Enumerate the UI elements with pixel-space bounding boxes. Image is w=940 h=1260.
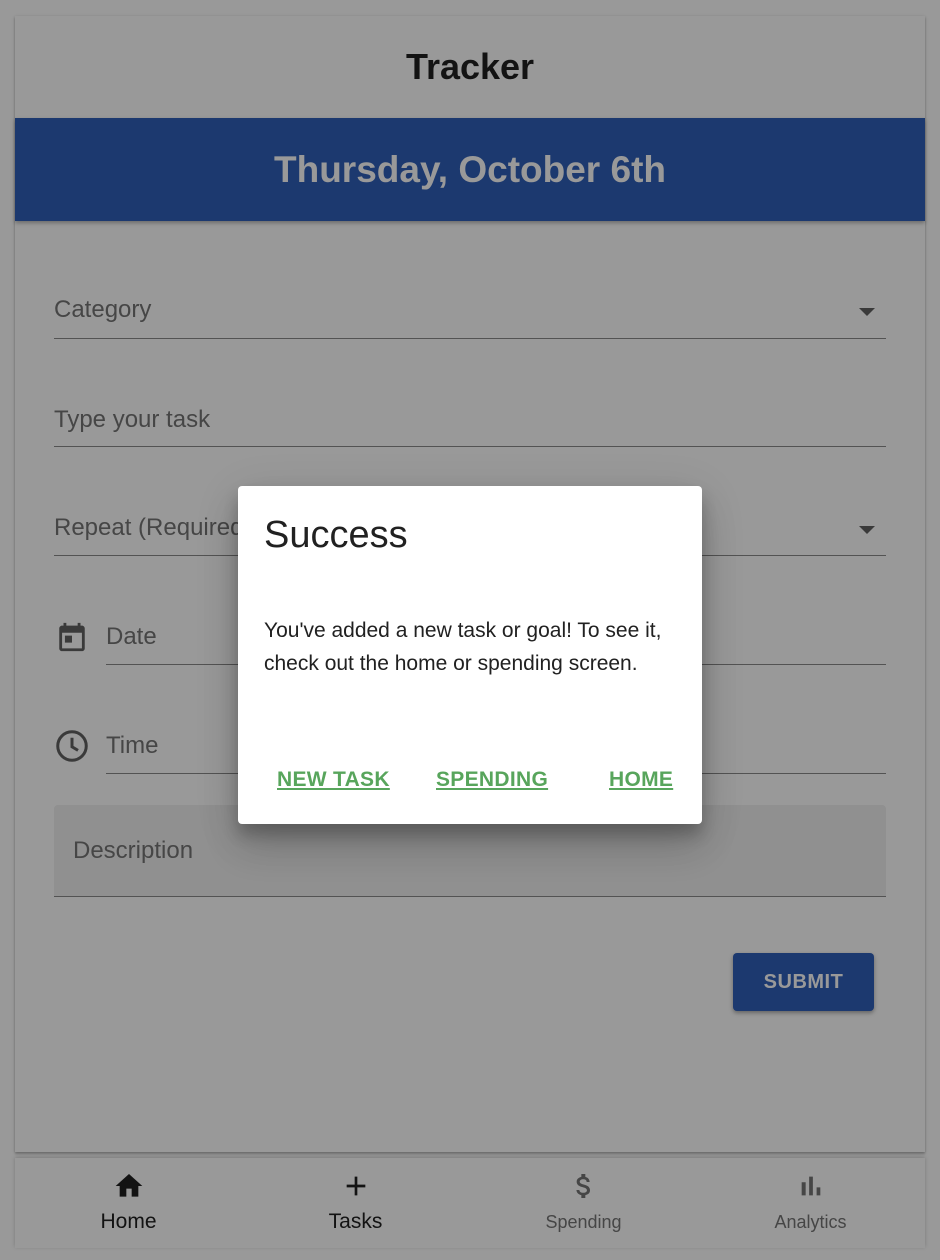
app-frame: Tracker Thursday, October 6th Category T… xyxy=(0,0,940,1260)
new-task-button[interactable]: NEW TASK xyxy=(277,768,390,792)
spending-button[interactable]: SPENDING xyxy=(436,768,548,792)
home-button[interactable]: HOME xyxy=(609,768,673,792)
dialog-message: You've added a new task or goal! To see … xyxy=(264,619,662,675)
dialog-title: Success xyxy=(264,514,408,556)
success-dialog: Success You've added a new task or goal!… xyxy=(238,486,702,824)
